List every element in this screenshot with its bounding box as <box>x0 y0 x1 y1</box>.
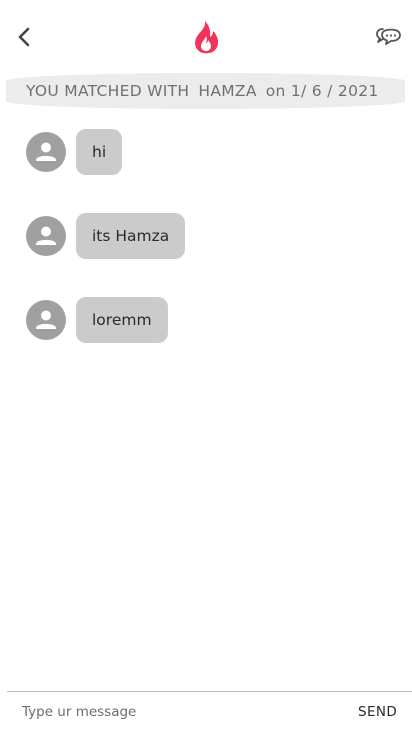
chat-bubbles-button[interactable] <box>372 24 404 50</box>
avatar-icon <box>26 216 66 256</box>
message-row: hi <box>0 128 412 212</box>
match-prefix: YOU MATCHED WITH <box>26 82 190 100</box>
back-button[interactable] <box>10 22 38 52</box>
avatar-icon <box>26 300 66 340</box>
avatar-icon <box>26 132 66 172</box>
header <box>0 0 412 72</box>
composer: SEND <box>7 692 412 733</box>
message-input[interactable] <box>22 699 322 725</box>
message-list: hi its Hamza loremm <box>0 128 412 380</box>
message-row: its Hamza <box>0 212 412 296</box>
send-button[interactable]: SEND <box>358 704 397 720</box>
flame-logo-icon <box>191 19 221 55</box>
message-bubble: loremm <box>76 297 168 343</box>
message-bubble: its Hamza <box>76 213 186 259</box>
chat-bubbles-icon <box>376 28 401 45</box>
message-bubble: hi <box>76 129 123 175</box>
match-banner: YOU MATCHED WITH HAMZA on 1/ 6 / 2021 <box>6 73 405 109</box>
chat-screen: YOU MATCHED WITH HAMZA on 1/ 6 / 2021 hi i… <box>0 0 412 733</box>
match-date: on 1/ 6 / 2021 <box>265 82 379 100</box>
chevron-left-icon <box>18 27 30 47</box>
match-name: HAMZA <box>198 82 257 100</box>
message-row: loremm <box>0 296 412 380</box>
